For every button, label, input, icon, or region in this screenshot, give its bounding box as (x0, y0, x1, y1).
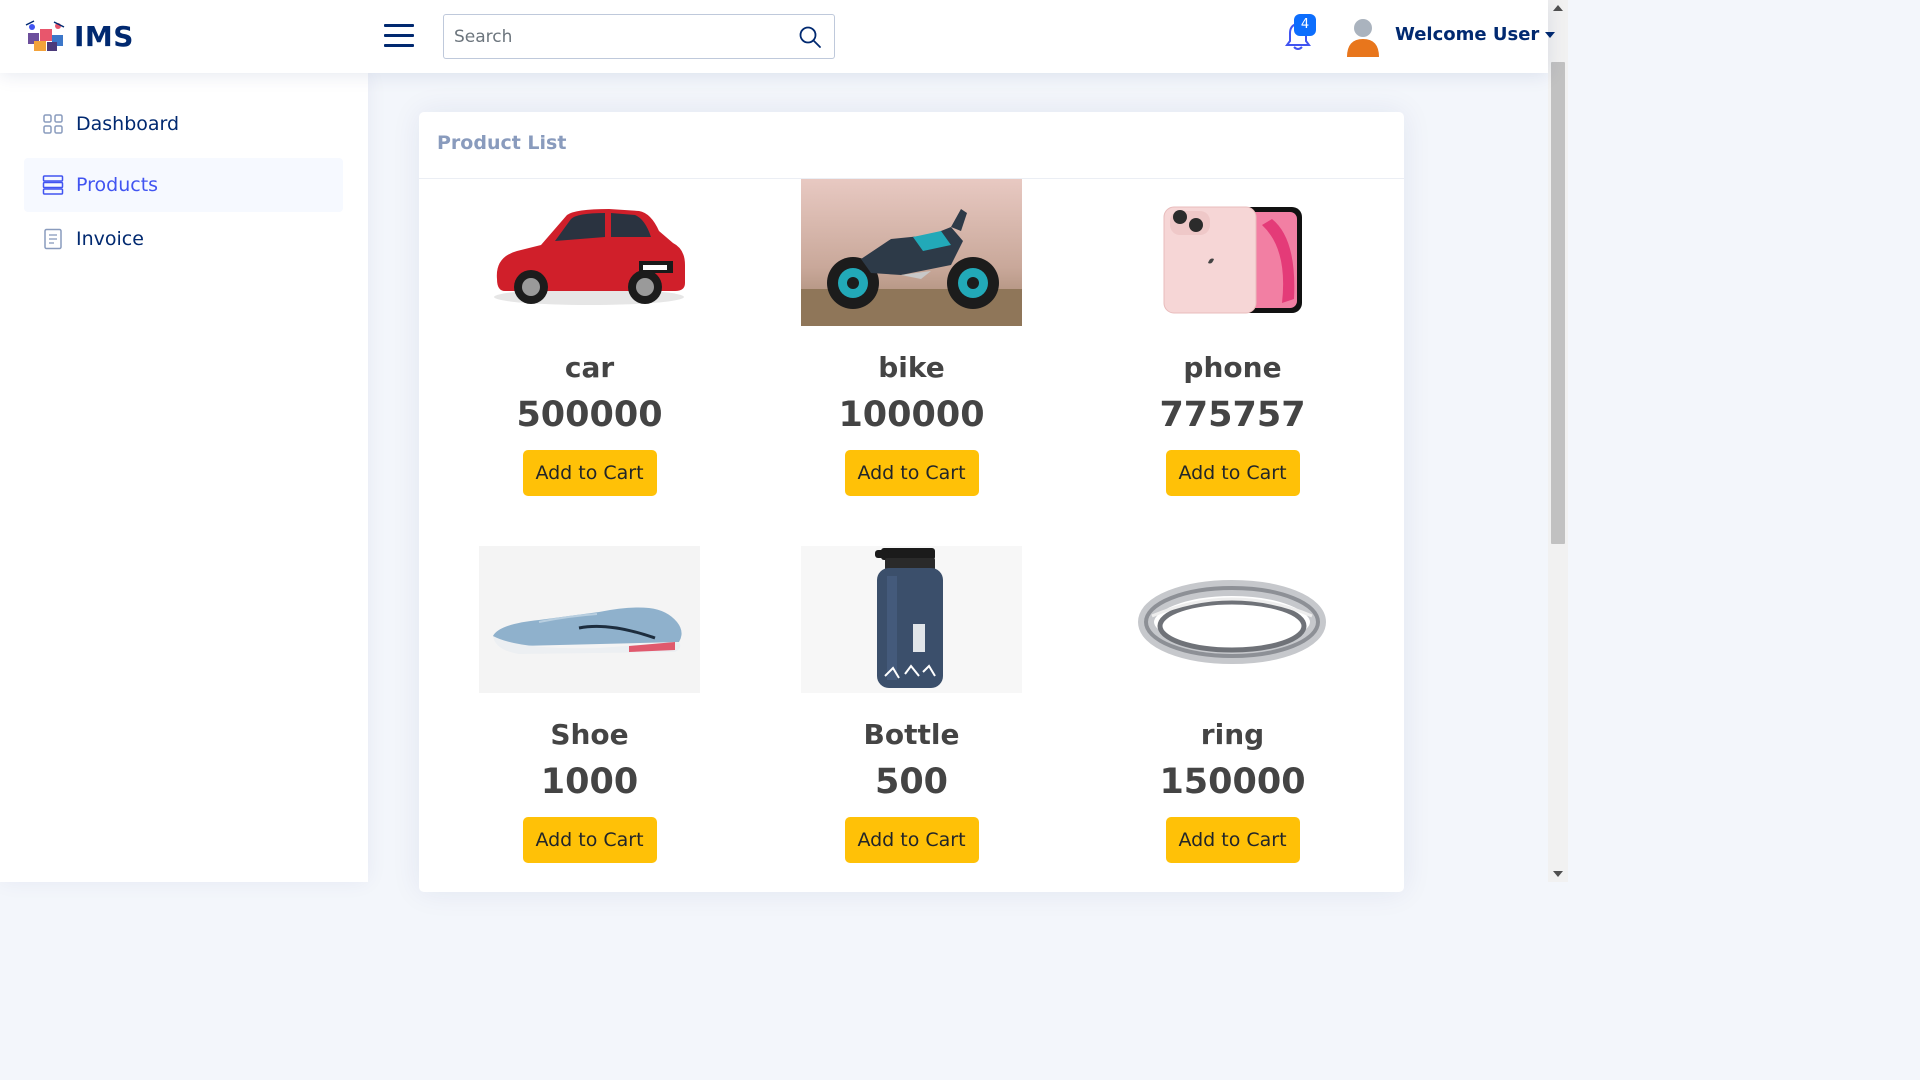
sidebar-item-products[interactable]: Products (24, 158, 343, 212)
card-title: Product List (437, 132, 567, 154)
product-price: 775757 (1159, 395, 1306, 435)
hamburger-line (384, 24, 414, 27)
layers-icon (42, 175, 64, 195)
pink-phone-image[interactable] (1122, 179, 1343, 326)
logo[interactable]: IMS (24, 18, 134, 54)
sidebar-item-dashboard[interactable]: Dashboard (24, 97, 343, 151)
add-to-cart-button[interactable]: Add to Cart (522, 450, 657, 496)
journal-text-icon (44, 228, 62, 250)
avatar[interactable] (1345, 17, 1381, 57)
hamburger-line (384, 44, 414, 47)
product-price: 500 (874, 762, 949, 802)
product-list-card: Product List car 500000 Add to Cart bike… (419, 112, 1404, 892)
product-card: Bottle 500 Add to Cart (801, 546, 1022, 863)
search-input[interactable] (444, 15, 774, 58)
sidebar-item-invoice[interactable]: Invoice (24, 212, 343, 266)
product-card: Shoe 1000 Add to Cart (479, 546, 700, 863)
sidebar-item-label: Products (76, 174, 159, 196)
scroll-up-arrow-icon[interactable] (1553, 5, 1563, 11)
add-to-cart-button[interactable]: Add to Cart (844, 817, 979, 863)
product-name: bike (878, 351, 945, 384)
blue-shoe-image[interactable] (479, 546, 700, 693)
navy-bottle-image[interactable] (801, 546, 1022, 693)
sidebar: Dashboard Products Invoice (0, 73, 368, 882)
product-name: car (564, 351, 615, 384)
product-name: Bottle (863, 718, 960, 751)
page-scrollbar[interactable] (1548, 0, 1568, 882)
user-name: Welcome User (1395, 24, 1540, 45)
product-name: phone (1183, 351, 1282, 384)
menu-toggle-button[interactable] (384, 24, 414, 48)
product-card: phone 775757 Add to Cart (1122, 179, 1343, 496)
add-to-cart-button[interactable]: Add to Cart (1165, 817, 1300, 863)
product-price: 500000 (516, 395, 663, 435)
red-car-image[interactable] (479, 179, 700, 326)
top-header: IMS 4 Welcome User (0, 0, 1556, 73)
motorbike-image[interactable] (801, 179, 1022, 326)
product-card: ring 150000 Add to Cart (1122, 546, 1343, 863)
grid-icon (43, 114, 63, 134)
scroll-down-arrow-icon[interactable] (1553, 871, 1563, 877)
logo-icon (25, 20, 65, 51)
product-name: Shoe (550, 718, 629, 751)
notification-badge: 4 (1294, 14, 1316, 36)
search-form (443, 14, 835, 59)
search-icon[interactable] (798, 25, 822, 49)
product-price: 1000 (540, 762, 639, 802)
sidebar-item-label: Invoice (76, 228, 144, 250)
sidebar-item-label: Dashboard (76, 113, 180, 135)
scrollbar-thumb[interactable] (1551, 62, 1565, 544)
add-to-cart-button[interactable]: Add to Cart (522, 817, 657, 863)
silver-ring-image[interactable] (1122, 546, 1343, 693)
add-to-cart-button[interactable]: Add to Cart (844, 450, 979, 496)
hamburger-line (384, 34, 414, 37)
product-price: 150000 (1159, 762, 1306, 802)
caret-down-icon (1545, 32, 1556, 38)
logo-text: IMS (74, 19, 134, 53)
user-dropdown[interactable]: Welcome User (1395, 24, 1556, 45)
product-price: 100000 (838, 395, 985, 435)
product-card: bike 100000 Add to Cart (801, 179, 1022, 496)
add-to-cart-button[interactable]: Add to Cart (1165, 450, 1300, 496)
product-card: car 500000 Add to Cart (479, 179, 700, 496)
product-name: ring (1200, 718, 1265, 751)
